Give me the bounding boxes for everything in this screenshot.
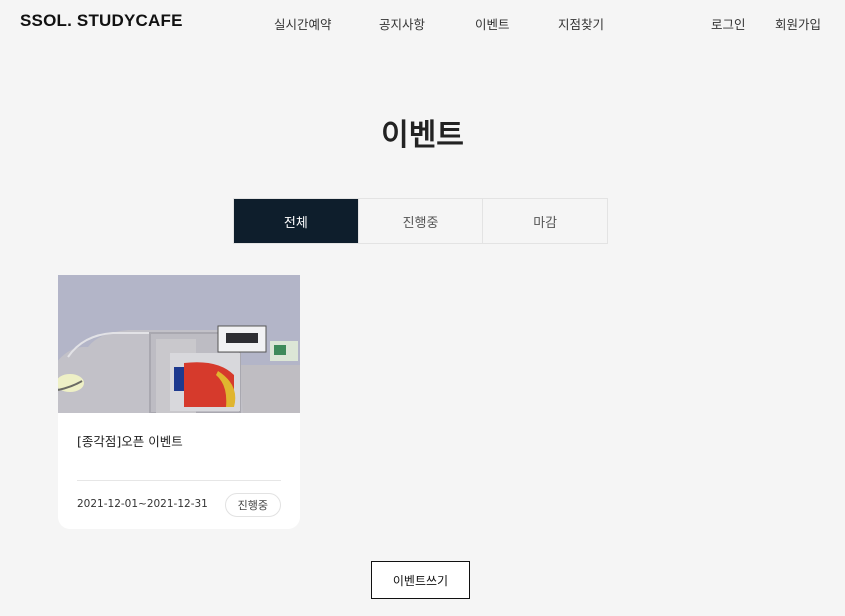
event-card[interactable]: [종각점]오픈 이벤트 2021-12-01~2021-12-31 진행중 [58, 275, 300, 529]
tab-closed[interactable]: 마감 [483, 199, 607, 243]
nav-item-notice[interactable]: 공지사항 [379, 14, 425, 33]
event-thumbnail [58, 275, 300, 413]
site-logo[interactable]: SSOL. STUDYCAFE [20, 11, 183, 31]
nav-item-reservation[interactable]: 실시간예약 [274, 14, 332, 33]
signup-link[interactable]: 회원가입 [775, 14, 821, 33]
event-filter-tabs: 전체 진행중 마감 [233, 198, 608, 244]
event-title: [종각점]오픈 이벤트 [77, 434, 183, 449]
nav-item-event[interactable]: 이벤트 [475, 14, 510, 33]
event-date-range: 2021-12-01~2021-12-31 [77, 498, 208, 510]
tab-ongoing[interactable]: 진행중 [359, 199, 484, 243]
card-divider [77, 480, 281, 481]
status-badge: 진행중 [224, 493, 281, 517]
nav-item-branch[interactable]: 지점찾기 [558, 14, 604, 33]
site-header: SSOL. STUDYCAFE 실시간예약 공지사항 이벤트 지점찾기 로그인 … [0, 0, 845, 44]
login-link[interactable]: 로그인 [711, 14, 746, 33]
tab-all[interactable]: 전체 [234, 199, 359, 243]
page-title: 이벤트 [381, 118, 464, 153]
write-event-button[interactable]: 이벤트쓰기 [371, 561, 470, 599]
